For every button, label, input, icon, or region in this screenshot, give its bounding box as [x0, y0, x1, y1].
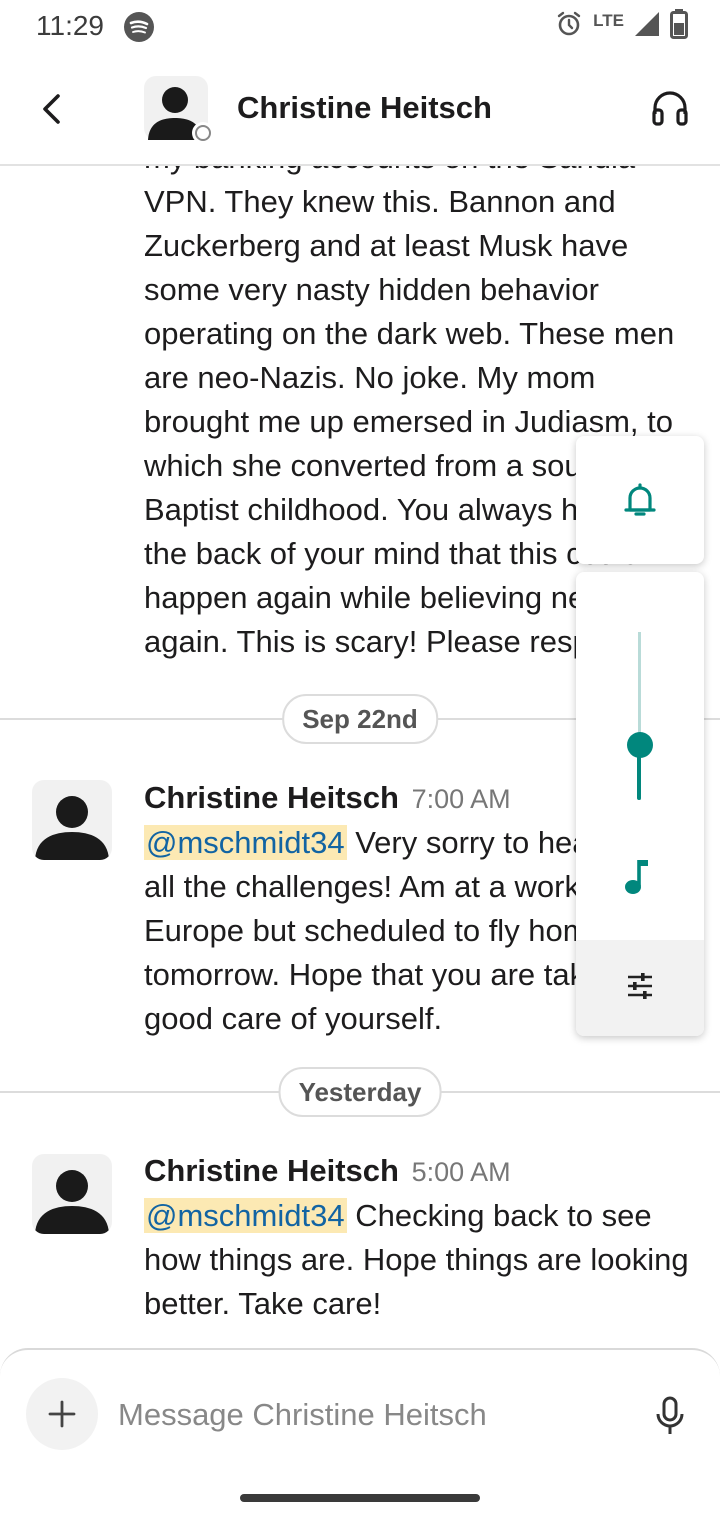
- add-attachment-button[interactable]: [26, 1378, 98, 1450]
- avatar[interactable]: [32, 1154, 112, 1234]
- headphones-icon[interactable]: [650, 88, 690, 128]
- ringer-mode-panel: [576, 436, 704, 564]
- sliders-icon: [624, 970, 656, 1007]
- battery-icon: [670, 8, 688, 44]
- back-arrow-icon[interactable]: [30, 84, 74, 134]
- person-icon: [35, 796, 109, 860]
- person-icon: [35, 1170, 109, 1234]
- message-time: 5:00 AM: [411, 1157, 511, 1187]
- message-composer: [0, 1348, 720, 1522]
- presence-status-icon: [192, 122, 214, 144]
- spotify-icon: [124, 12, 154, 42]
- status-icons: LTE: [555, 8, 688, 44]
- message-author[interactable]: Christine Heitsch: [144, 780, 399, 815]
- date-pill-yesterday[interactable]: Yesterday: [278, 1067, 442, 1117]
- plus-icon: [48, 1400, 76, 1428]
- conversation-header: Christine Heitsch: [0, 54, 720, 166]
- message-input[interactable]: [118, 1390, 618, 1440]
- alarm-icon: [555, 10, 583, 43]
- avatar[interactable]: [144, 76, 214, 144]
- conversation-title[interactable]: Christine Heitsch: [237, 90, 492, 126]
- network-type: LTE: [593, 11, 624, 30]
- sound-settings-button[interactable]: [576, 940, 704, 1036]
- message-author[interactable]: Christine Heitsch: [144, 1153, 399, 1188]
- volume-slider[interactable]: [576, 572, 704, 832]
- bell-icon[interactable]: [620, 480, 660, 525]
- user-mention[interactable]: @mschmidt34: [144, 1198, 347, 1233]
- slider-thumb[interactable]: [627, 731, 653, 758]
- microphone-icon[interactable]: [654, 1394, 686, 1438]
- message[interactable]: Christine Heitsch 5:00 AM @mschmidt34 Ch…: [144, 1149, 704, 1326]
- status-bar: 11:29 LTE: [0, 0, 720, 54]
- status-time: 11:29: [36, 10, 104, 41]
- message-time: 7:00 AM: [411, 784, 511, 814]
- signal-icon: [634, 11, 660, 42]
- home-indicator[interactable]: [240, 1494, 480, 1502]
- music-note-icon: [622, 856, 658, 901]
- date-pill-sep22[interactable]: Sep 22nd: [282, 694, 438, 744]
- user-mention[interactable]: @mschmidt34: [144, 825, 347, 860]
- volume-panel: [576, 572, 704, 1036]
- avatar[interactable]: [32, 780, 112, 860]
